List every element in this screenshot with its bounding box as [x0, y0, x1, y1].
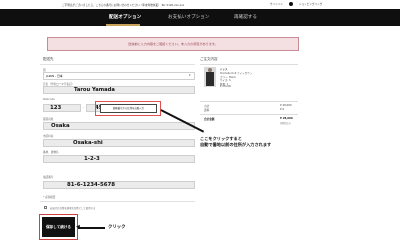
same-billing-checkbox[interactable]	[44, 206, 47, 209]
same-billing-label: お届け先住所を請求先住所として使用する	[50, 206, 96, 210]
country-value: JAPAN - 日本	[46, 73, 63, 78]
phone-field[interactable]	[43, 181, 195, 189]
country-select[interactable]	[43, 72, 195, 80]
save-continue-button[interactable]: 保存して続ける	[39, 214, 78, 240]
shipping-value: ¥ 0	[280, 108, 285, 111]
required-note: * 必須項目	[43, 196, 56, 199]
postal-label: Postcode	[43, 98, 55, 101]
city-value: Osaka-shi	[73, 139, 103, 146]
cart-link[interactable]: ショッピングバッグ	[299, 2, 322, 6]
prefecture-label: 都道府県	[43, 118, 54, 121]
divider	[200, 101, 298, 102]
account-links: サインイン ショッピングバッグ	[270, 1, 322, 6]
product-image	[204, 67, 216, 87]
city-field[interactable]	[43, 139, 195, 147]
divider	[200, 64, 298, 65]
active-tab-indicator	[106, 24, 140, 26]
phone-value: 81-6-1234-5678	[67, 181, 115, 188]
annotation-arrow	[78, 227, 105, 229]
postal-value-1: 123	[50, 104, 62, 111]
arrow-head-icon: ◀	[76, 224, 80, 231]
top-utility-bar: ご不明点がございましたら、こちらの番号にお問い合わせください（年末年始休業） T…	[0, 0, 400, 9]
total-value: ¥ 28,000	[280, 117, 293, 120]
divider	[200, 114, 298, 115]
postal-dash: -	[83, 106, 84, 109]
divider	[40, 201, 195, 202]
tab-shipping[interactable]: 配送オプション	[109, 14, 141, 20]
address-label: 番地、建物名	[43, 151, 59, 154]
divider	[40, 64, 195, 65]
lookup-annotation-line2: 自動で番地以前の住所が入力されます	[200, 142, 272, 147]
name-field[interactable]	[43, 86, 195, 94]
subtotal-value: ¥ 28,000	[280, 104, 292, 107]
prefecture-value: Osaka	[51, 122, 70, 129]
name-value: Tarou Yamada	[74, 86, 115, 93]
city-label: 市区町村	[43, 135, 54, 138]
postal-field-1[interactable]	[43, 104, 81, 112]
tax-note: 消費税込み	[280, 122, 291, 125]
signin-link[interactable]: サインイン	[270, 2, 283, 6]
order-summary-title: ご注文内容	[200, 57, 218, 61]
tab-payment[interactable]: お支払いオプション	[168, 14, 209, 20]
total-label: 合計金額	[204, 118, 215, 121]
shipping-label: 送料	[204, 109, 210, 112]
validation-alert: 送信前に入力内容をご確認ください。未入力の項目があります。	[47, 37, 299, 51]
form-section-title: 配送先	[43, 57, 54, 61]
postcode-lookup-button[interactable]: 郵便番号から住所を自動入力	[100, 104, 157, 113]
bag-icon[interactable]	[288, 1, 293, 6]
submit-annotation: クリック	[108, 225, 126, 230]
tab-review[interactable]: 再確認する	[234, 14, 257, 20]
chevron-down-icon: ▾	[189, 73, 191, 77]
product-price: ¥ 28,000	[220, 85, 232, 88]
phone-label: 電話番号	[43, 176, 54, 179]
checkout-steps: 配送オプション お支払いオプション 再確認する	[0, 9, 400, 26]
address-value: 1-2-3	[84, 155, 100, 162]
contact-message: ご不明点がございましたら、こちらの番号にお問い合わせください（年末年始休業） T…	[62, 3, 185, 7]
address-field[interactable]	[43, 155, 195, 163]
